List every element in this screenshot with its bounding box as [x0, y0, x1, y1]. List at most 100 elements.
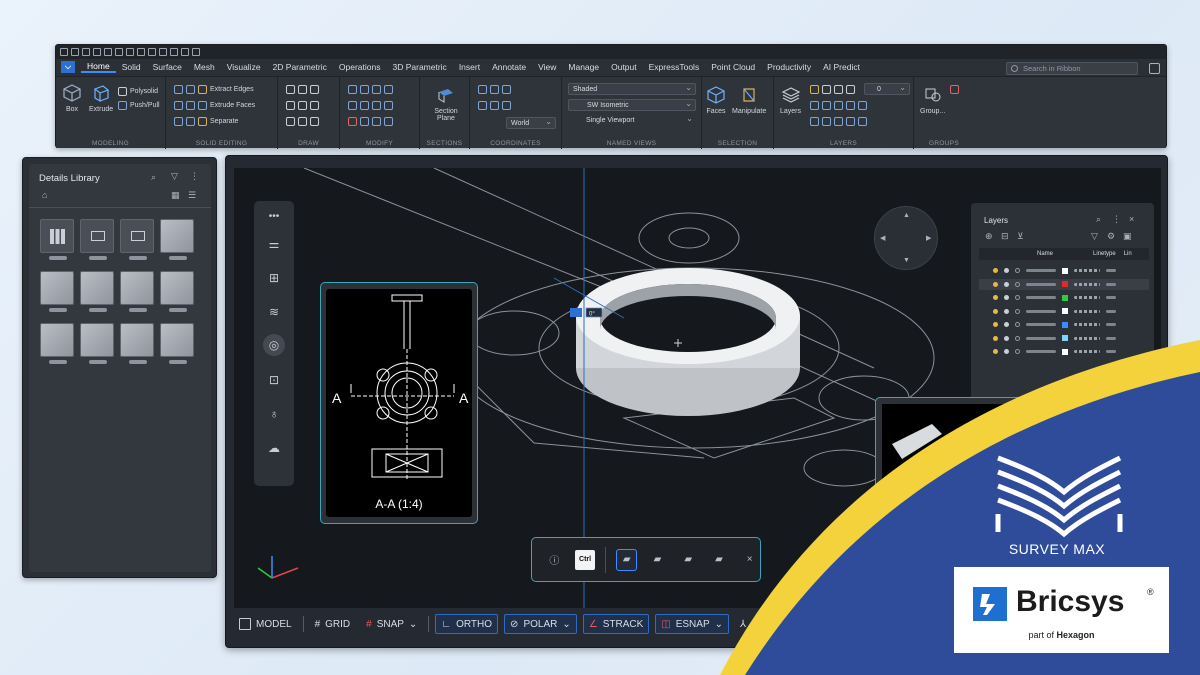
lock-icon[interactable]	[1015, 335, 1020, 341]
grid-toggle[interactable]: # GRID	[310, 614, 356, 634]
copy-icon[interactable]	[372, 85, 381, 94]
layer-row[interactable]	[979, 346, 1149, 357]
lock-icon[interactable]	[834, 85, 843, 94]
lightbulb-icon[interactable]	[993, 335, 998, 341]
arc-icon[interactable]	[286, 85, 295, 94]
lock-icon[interactable]	[1015, 281, 1020, 287]
sun-icon[interactable]	[1004, 295, 1009, 300]
app-menu-icon[interactable]: ⌵	[61, 61, 75, 73]
sun-icon[interactable]	[822, 85, 831, 94]
manipulate-button[interactable]: Manipulate	[732, 85, 766, 115]
layers-icon[interactable]: ≋	[263, 301, 285, 323]
view-navigation-wheel[interactable]: ▲ ▼ ◀ ▶	[874, 206, 938, 270]
offset-icon[interactable]	[372, 117, 381, 126]
save-icon[interactable]	[82, 48, 90, 56]
open-file-icon[interactable]	[71, 48, 79, 56]
tab-ai-predict[interactable]: AI Predict	[817, 62, 866, 72]
tab-expresstools[interactable]: ExpressTools	[643, 62, 706, 72]
lightbulb-icon[interactable]	[993, 295, 998, 300]
visual-style-dropdown[interactable]: Shaded	[568, 82, 696, 95]
lightbulb-icon[interactable]	[993, 268, 998, 273]
library-item-detail[interactable]	[120, 323, 154, 364]
dynamic-ucs-toggle[interactable]: ⅄	[735, 614, 751, 634]
polyline-icon[interactable]	[298, 85, 307, 94]
home-icon[interactable]: ⌂	[42, 190, 47, 200]
lock-icon[interactable]	[1015, 322, 1020, 327]
chevron-down-icon[interactable]: ⌄	[562, 619, 570, 630]
layer-row[interactable]	[979, 278, 1149, 290]
nav-down-icon[interactable]: ▼	[903, 257, 910, 264]
grid-view-icon[interactable]: ▦	[171, 190, 180, 201]
chevron-down-icon[interactable]: ⌄	[409, 619, 417, 630]
library-item-detail[interactable]	[80, 271, 114, 312]
workspace-icon[interactable]	[181, 48, 189, 56]
close-icon[interactable]: ×	[739, 549, 760, 571]
layer-tool-icon[interactable]	[810, 101, 819, 110]
polysolid-button[interactable]: Polysolid	[118, 87, 158, 96]
settings-icon[interactable]	[170, 48, 178, 56]
ucs-view-icon[interactable]	[502, 85, 511, 94]
fillet-icon[interactable]	[384, 85, 393, 94]
box-button[interactable]: Box	[62, 83, 82, 113]
nav-left-icon[interactable]: ◀	[880, 234, 885, 242]
tab-annotate[interactable]: Annotate	[486, 62, 532, 72]
ortho-toggle[interactable]: ∟ ORTHO	[435, 614, 499, 634]
esnap-toggle[interactable]: ◫ ESNAP ⌄	[655, 614, 730, 634]
lightbulb-icon[interactable]	[993, 308, 998, 314]
library-item-grid[interactable]	[40, 219, 74, 260]
ucs-x-icon[interactable]	[478, 101, 487, 110]
info-icon[interactable]: ⓘ	[544, 549, 565, 571]
sun-icon[interactable]	[1004, 281, 1009, 287]
ribbon-search-input[interactable]: Search in Ribbon	[1006, 62, 1138, 75]
ucs-y-icon[interactable]	[490, 101, 499, 110]
extract-edges-button[interactable]: Extract Edges	[174, 85, 254, 94]
layer-row[interactable]	[979, 306, 1149, 317]
library-item-detail[interactable]	[160, 323, 194, 364]
redo-icon[interactable]	[126, 48, 134, 56]
layer-color-swatch[interactable]	[1062, 294, 1068, 301]
scale-icon[interactable]	[360, 101, 369, 110]
filter-icon[interactable]: ▽	[1091, 231, 1098, 242]
group-button[interactable]: Group...	[920, 85, 945, 115]
blocks-icon[interactable]: ⊡	[263, 369, 285, 391]
layer-tool-icon[interactable]	[810, 117, 819, 126]
separate-button[interactable]: Separate	[174, 117, 238, 126]
array-icon[interactable]	[360, 117, 369, 126]
list-view-icon[interactable]: ☰	[188, 190, 196, 201]
set-current-layer-icon[interactable]: ⊻	[1017, 231, 1024, 242]
view-dropdown[interactable]: SW Isometric	[568, 98, 696, 111]
layer-row[interactable]	[979, 333, 1149, 344]
layer-color-swatch[interactable]	[1062, 335, 1068, 341]
line-icon[interactable]	[286, 101, 295, 110]
tab-view[interactable]: View	[532, 62, 562, 72]
library-item-detail[interactable]	[160, 219, 194, 260]
circle-icon[interactable]	[310, 85, 319, 94]
layer-tool-icon[interactable]	[822, 101, 831, 110]
nav-up-icon[interactable]: ▲	[903, 212, 910, 219]
section-plane-button[interactable]: Section Plane	[430, 85, 462, 122]
ucs-dropdown[interactable]: World	[506, 116, 556, 129]
ucs-icon[interactable]	[478, 85, 487, 94]
polygon-icon[interactable]	[286, 117, 295, 126]
print-icon[interactable]	[104, 48, 112, 56]
filter-icon[interactable]: ▽	[171, 171, 178, 182]
lock-icon[interactable]	[1015, 308, 1020, 314]
layer-icon[interactable]	[148, 48, 156, 56]
ungroup-icon[interactable]	[950, 85, 959, 94]
polar-toggle[interactable]: ⊘ POLAR ⌄	[504, 614, 577, 634]
match-properties-icon[interactable]	[137, 48, 145, 56]
layer-tool-icon[interactable]	[822, 117, 831, 126]
stretch-icon[interactable]	[372, 101, 381, 110]
tab-3d-parametric[interactable]: 3D Parametric	[386, 62, 452, 72]
more-icon[interactable]: •••	[263, 205, 285, 227]
layer-tool-icon[interactable]	[834, 101, 843, 110]
tab-insert[interactable]: Insert	[453, 62, 486, 72]
lightbulb-icon[interactable]	[810, 85, 819, 94]
sun-icon[interactable]	[1004, 349, 1009, 354]
layer-color-swatch[interactable]	[1062, 281, 1068, 287]
layer-tool-icon[interactable]	[846, 117, 855, 126]
tab-2d-parametric[interactable]: 2D Parametric	[267, 62, 333, 72]
layer-color-swatch[interactable]	[1062, 348, 1068, 355]
tab-visualize[interactable]: Visualize	[221, 62, 267, 72]
mirror-icon[interactable]	[348, 101, 357, 110]
